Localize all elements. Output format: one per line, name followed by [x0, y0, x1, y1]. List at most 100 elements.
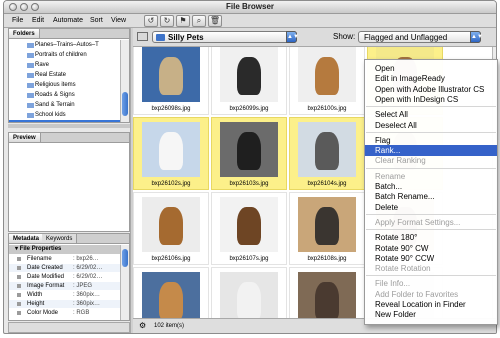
folder-label: Portraits of children [35, 52, 87, 58]
dog-photo [220, 122, 278, 177]
metadata-row: Filename : bxp26… [9, 255, 120, 263]
lock-icon [17, 311, 21, 315]
context-menu-item[interactable]: Open with InDesign CS [365, 94, 497, 105]
metadata-row: Date Modified: 6/29/02… [9, 273, 120, 281]
thumbnail-cell[interactable]: bxp26108s.jpg [289, 192, 365, 265]
folder-icon [27, 83, 34, 88]
dropdown-arrow-icon: ▲▼ [470, 31, 483, 43]
dog-photo [220, 197, 278, 252]
menu-bar: File Edit Automate Sort View [4, 14, 140, 28]
thumbnail-cell[interactable] [289, 267, 365, 318]
folder-location-select[interactable]: Silly Pets ▲▼ [152, 31, 299, 43]
context-menu-item: Apply Format Settings... [375, 217, 461, 227]
folder-tree-item[interactable]: Rave [9, 60, 120, 70]
menu-automate[interactable]: Automate [53, 17, 83, 24]
metadata-key: Height [27, 301, 45, 307]
metadata-key: Filename [27, 256, 52, 262]
folder-icon [27, 43, 34, 48]
dog-figure [159, 131, 183, 171]
dog-figure [237, 206, 261, 246]
menu-separator [366, 275, 496, 277]
thumbnail-caption: bxp26100s.jpg [307, 106, 347, 112]
context-menu-item[interactable]: Delete [365, 202, 497, 213]
menu-edit[interactable]: Edit [32, 17, 44, 24]
gear-icon[interactable]: ⚙ [139, 321, 146, 330]
tab-folders[interactable]: Folders [9, 29, 40, 39]
metadata-key: Date Modified [27, 274, 65, 280]
lock-icon [17, 257, 21, 261]
dog-photo [220, 47, 278, 102]
thumbnail-cell[interactable]: bxp26099s.jpg [211, 47, 287, 115]
delete-button[interactable]: 🗑 [208, 15, 222, 27]
title-bar[interactable]: File Browser [4, 1, 496, 14]
preview-toggle-icon[interactable] [137, 32, 148, 41]
metadata-key: Image Format [27, 283, 65, 289]
dog-photo [142, 197, 200, 252]
dog-photo [298, 197, 356, 252]
menu-separator [366, 229, 496, 231]
menu-sort[interactable]: Sort [90, 17, 103, 24]
folder-tree-item[interactable]: Silly Pets [9, 120, 120, 122]
thumbnail-cell[interactable] [133, 267, 209, 318]
tab-metadata[interactable]: Metadata [9, 234, 45, 244]
left-status-bar [8, 322, 130, 333]
location-bar: Silly Pets ▲▼ Show: Flagged and Unflagge… [133, 28, 496, 47]
folder-icon [27, 103, 34, 108]
metadata-row: Image Format: JPEG [9, 282, 120, 290]
metadata-key: Color Mode [27, 310, 59, 316]
file-properties-header[interactable]: ▾ File Properties [9, 245, 120, 254]
context-menu-item[interactable]: New Folder [365, 309, 497, 320]
metadata-panel: Metadata Keywords ▾ File Properties File… [8, 233, 130, 321]
thumbnail-cell[interactable]: bxp26103s.jpg [211, 117, 287, 190]
folders-scrollbar[interactable] [120, 40, 129, 122]
folder-icon [27, 73, 34, 78]
menu-view[interactable]: View [111, 17, 126, 24]
metadata-scroll-thumb[interactable] [122, 249, 128, 267]
folder-tree-item[interactable]: Portraits of children [9, 50, 120, 60]
thumbnail-cell[interactable]: bxp26106s.jpg [133, 192, 209, 265]
thumbnail-cell[interactable]: bxp26098s.jpg [133, 47, 209, 115]
folder-tree-item[interactable]: Sand & Terrain [9, 100, 120, 110]
folder-label: Religious items [35, 82, 76, 88]
menu-file[interactable]: File [12, 17, 23, 24]
thumbnail-cell[interactable]: bxp26102s.jpg [133, 117, 209, 190]
folders-scroll-thumb[interactable] [122, 92, 128, 116]
thumbnail-caption: bxp26099s.jpg [229, 106, 269, 112]
folder-icon [27, 53, 34, 58]
thumbnail-cell[interactable]: bxp26100s.jpg [289, 47, 365, 115]
lock-icon [17, 275, 21, 279]
tab-preview[interactable]: Preview [9, 133, 41, 143]
dog-figure [315, 206, 339, 246]
thumbnail-cell[interactable] [211, 267, 287, 318]
folder-tree-item[interactable]: Planes–Trains–Autos–T [9, 40, 120, 50]
folder-tree-item[interactable]: School kids [9, 110, 120, 120]
metadata-scrollbar[interactable] [120, 245, 129, 320]
folder-tree-item[interactable]: Roads & Signs [9, 90, 120, 100]
search-button[interactable]: ⌕ [192, 15, 206, 27]
panel-divider[interactable] [8, 124, 130, 128]
context-menu-item: Clear Ranking [375, 156, 426, 166]
flag-button[interactable]: ⚑ [176, 15, 190, 27]
folder-tree-item[interactable]: Religious items [9, 80, 120, 90]
metadata-value: : bxp26… [73, 256, 99, 262]
tab-keywords[interactable]: Keywords [42, 234, 78, 244]
menu-separator [366, 131, 496, 133]
show-filter-select[interactable]: Flagged and Unflagged ▲▼ [358, 31, 483, 43]
metadata-row: Width: 360pix… [9, 291, 120, 299]
dog-figure [237, 56, 261, 96]
thumbnail-cell[interactable]: bxp26104s.jpg [289, 117, 365, 190]
folder-icon [156, 34, 165, 41]
item-count: 102 item(s) [154, 323, 185, 329]
folder-tree-item[interactable]: Real Estate [9, 70, 120, 80]
trash-icon: 🗑 [209, 16, 221, 25]
dog-figure [315, 281, 339, 318]
context-menu-item[interactable]: Deselect All [365, 120, 497, 131]
thumbnail-caption: bxp26108s.jpg [307, 256, 347, 262]
menu-separator [366, 213, 496, 215]
rotate-ccw-button[interactable]: ↺ [144, 15, 158, 27]
folder-label: Real Estate [35, 72, 67, 78]
thumbnail-cell[interactable]: bxp26107s.jpg [211, 192, 287, 265]
dog-photo [220, 272, 278, 318]
folder-label: School kids [35, 112, 66, 118]
rotate-cw-button[interactable]: ↻ [160, 15, 174, 27]
